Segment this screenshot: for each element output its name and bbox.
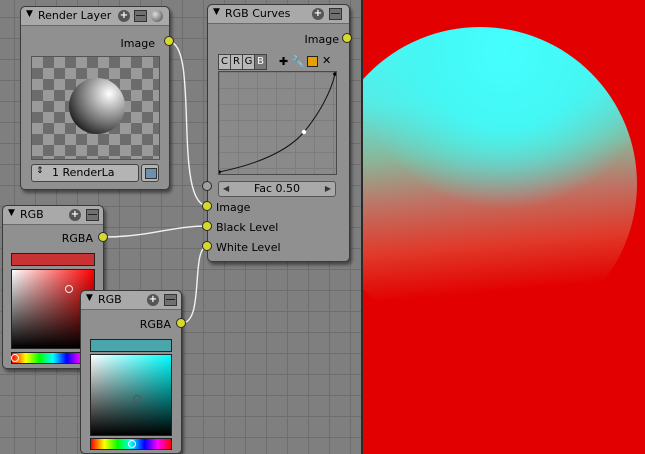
link-rgb1-to-blacklevel [102, 225, 209, 238]
clip-icon[interactable] [307, 56, 318, 67]
zoom-in-icon[interactable]: ✚ [279, 55, 288, 68]
add-icon[interactable]: + [312, 8, 324, 20]
rgb-node-1-header[interactable]: ▼ RGB + [3, 206, 103, 225]
channel-tabs: C R G B [218, 54, 270, 70]
rgb-node-2-header[interactable]: ▼ RGB + [81, 291, 181, 310]
hue-slider[interactable] [90, 438, 172, 450]
sv-cursor[interactable] [65, 285, 73, 293]
hue-cursor[interactable] [11, 354, 19, 362]
output-label: Image [304, 33, 339, 46]
sv-cursor[interactable] [133, 395, 141, 403]
curve-point-start[interactable] [219, 170, 221, 174]
node-title: RGB [20, 208, 44, 221]
color-swatch[interactable] [90, 339, 172, 352]
image-icon[interactable] [141, 164, 159, 182]
curve-graph[interactable] [218, 71, 337, 175]
output-label: Image [120, 37, 155, 50]
link-renderlayer-to-curves [168, 41, 209, 207]
input-label-image: Image [216, 201, 251, 214]
render-preview [31, 56, 160, 160]
collapse-triangle-icon[interactable]: ▼ [26, 9, 33, 19]
node-title: RGB [98, 293, 122, 306]
decrement-arrow-icon[interactable]: ◀ [223, 182, 229, 196]
hue-cursor[interactable] [128, 440, 136, 448]
minmax-icon[interactable] [134, 10, 147, 22]
minmax-icon[interactable] [164, 294, 177, 306]
saturation-value-field[interactable] [90, 354, 172, 436]
rgb2-rgba-output[interactable] [176, 318, 186, 328]
layer-select[interactable]: ⇕ 1 RenderLa [31, 164, 139, 182]
black-level-input-socket[interactable] [202, 221, 212, 231]
render-layer-header[interactable]: ▼ Render Layer + [21, 7, 169, 26]
image-input-socket[interactable] [202, 201, 212, 211]
fac-input-socket[interactable] [202, 181, 212, 191]
input-label-white-level: White Level [216, 241, 281, 254]
preview-sphere [69, 78, 125, 134]
curve-line [219, 72, 336, 174]
white-level-input-socket[interactable] [202, 241, 212, 251]
node-editor[interactable]: ▼ Render Layer + Image ⇕ 1 RenderLa ▼ RG… [0, 0, 361, 454]
input-label-black-level: Black Level [216, 221, 279, 234]
rendered-sphere [363, 27, 637, 341]
add-icon[interactable]: + [69, 209, 81, 221]
minmax-icon[interactable] [329, 8, 342, 20]
output-label: RGBA [61, 232, 93, 245]
add-icon[interactable]: + [147, 294, 159, 306]
node-title: RGB Curves [225, 7, 291, 20]
curve-point-mid[interactable] [301, 129, 307, 135]
rgb-curves-image-output[interactable] [342, 33, 352, 43]
collapse-triangle-icon[interactable]: ▼ [86, 293, 93, 303]
preview-ball-icon[interactable] [151, 10, 163, 22]
color-swatch[interactable] [11, 253, 95, 266]
node-title: Render Layer [38, 9, 112, 22]
up-down-icon: ⇕ [36, 166, 44, 176]
link-rgb2-to-whitelevel [181, 245, 209, 324]
render-layer-node[interactable]: ▼ Render Layer + Image ⇕ 1 RenderLa [20, 6, 170, 190]
tab-b[interactable]: B [254, 54, 267, 70]
fac-field[interactable]: ◀ Fac 0.50 ▶ [218, 181, 336, 197]
zoom-out-icon[interactable]: 🔧 [291, 55, 305, 68]
rgb1-rgba-output[interactable] [98, 232, 108, 242]
collapse-triangle-icon[interactable]: ▼ [8, 208, 15, 218]
render-layer-image-output[interactable] [164, 36, 174, 46]
rgb-node-2[interactable]: ▼ RGB + RGBA [80, 290, 182, 454]
curve-point-end[interactable] [333, 72, 336, 76]
rgb-curves-node[interactable]: ▼ RGB Curves + Image C R G B ✚ 🔧 ✕ ◀ Fac… [207, 4, 350, 262]
increment-arrow-icon[interactable]: ▶ [325, 182, 331, 196]
rgb-curves-header[interactable]: ▼ RGB Curves + [208, 5, 349, 24]
add-icon[interactable]: + [118, 10, 130, 22]
delete-icon[interactable]: ✕ [322, 54, 331, 67]
fac-value: Fac 0.50 [253, 182, 301, 195]
layer-select-label: 1 RenderLa [52, 166, 115, 179]
curve-path [219, 73, 336, 173]
render-viewer [363, 0, 645, 454]
collapse-triangle-icon[interactable]: ▼ [213, 7, 220, 17]
output-label: RGBA [139, 318, 171, 331]
minmax-icon[interactable] [86, 209, 99, 221]
